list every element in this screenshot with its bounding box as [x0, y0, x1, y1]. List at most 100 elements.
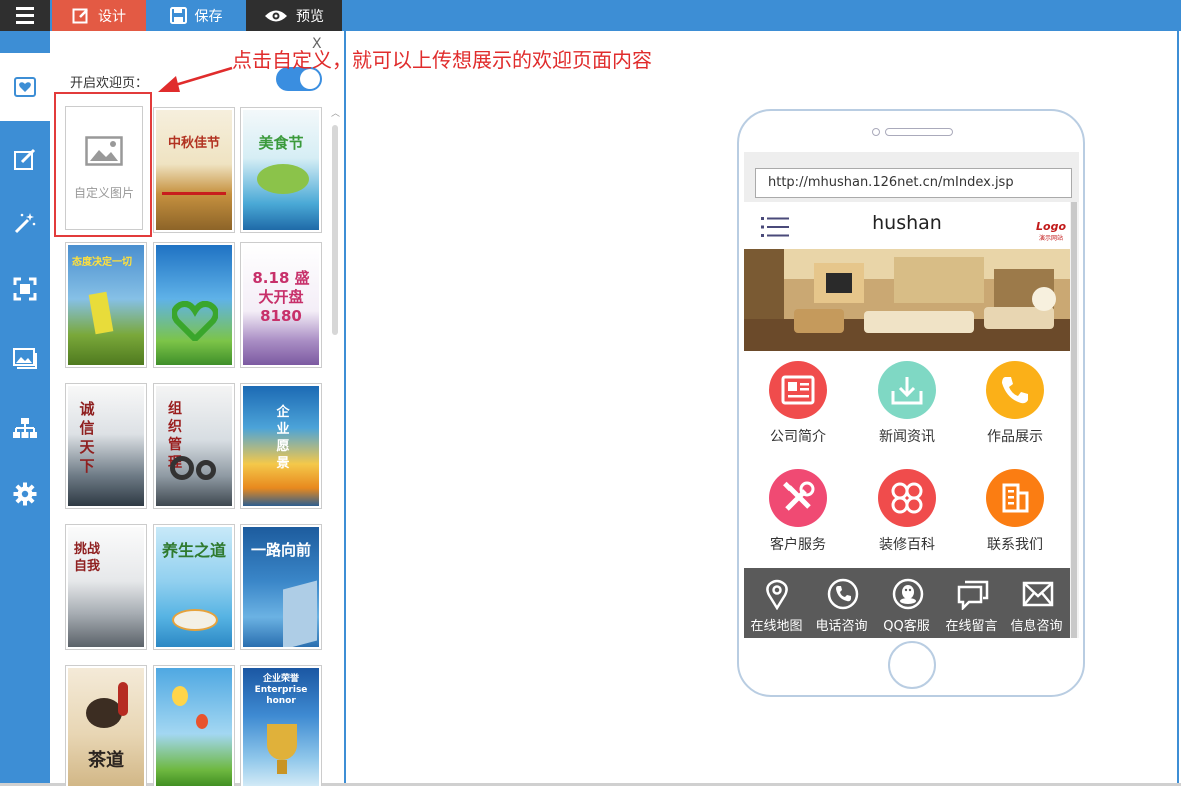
- welcome-template-thumbnail[interactable]: 一路向前: [240, 524, 322, 650]
- panel-scrollbar[interactable]: ︿: [331, 109, 340, 783]
- welcome-template-thumbnail[interactable]: 态度决定一切: [65, 242, 147, 368]
- logo-subtext: 演示网站: [1038, 235, 1063, 242]
- phone-icon: [986, 361, 1044, 419]
- footer-item-label: 电话咨询: [815, 619, 868, 634]
- phone-scrollbar[interactable]: [1070, 202, 1079, 638]
- thumbnail-text: 挑战自我: [74, 542, 101, 574]
- welcome-page-label: 开启欢迎页：: [70, 76, 149, 91]
- mobile-footer-bar: 在线地图 电话咨询 QQ客服 在线留言 信息咨询: [744, 568, 1070, 638]
- preview-button[interactable]: 预览: [246, 0, 342, 31]
- thumbnail-text: 诚信天下: [79, 400, 95, 475]
- thumbnail-text: 养生之道: [161, 541, 226, 560]
- welcome-template-thumbnail[interactable]: 诚信天下: [65, 383, 147, 509]
- thumbnail-text: 企业愿景: [276, 405, 290, 471]
- grid-item-news[interactable]: 新闻资讯: [853, 351, 961, 459]
- welcome-template-thumbnail[interactable]: 企业荣誉 Enterprise honor: [240, 665, 322, 786]
- url-input[interactable]: http://mhushan.126net.cn/mIndex.jsp: [755, 168, 1072, 198]
- grid-item-contact[interactable]: 联系我们: [961, 459, 1069, 567]
- grid-item-label: 新闻资讯: [879, 429, 935, 445]
- site-title: hushan: [872, 212, 942, 234]
- phone-screen: http://mhushan.126net.cn/mIndex.jsp hush…: [744, 152, 1079, 638]
- edit-icon: [14, 148, 36, 170]
- newspaper-icon: [769, 361, 827, 419]
- grid-item-decor-wiki[interactable]: 装修百科: [853, 459, 961, 567]
- scroll-up-icon[interactable]: ︿: [331, 109, 340, 119]
- thumbnail-text: 中秋佳节: [167, 136, 220, 151]
- image-placeholder-icon: [85, 135, 123, 166]
- grid-item-works[interactable]: 作品展示: [961, 351, 1069, 459]
- footer-item-phone[interactable]: 电话咨询: [809, 568, 874, 638]
- phone-preview: http://mhushan.126net.cn/mIndex.jsp hush…: [737, 109, 1085, 697]
- welcome-template-thumbnail[interactable]: [153, 242, 235, 368]
- grid-item-company[interactable]: 公司简介: [744, 351, 852, 459]
- design-label: 设计: [98, 8, 126, 25]
- heart-icon: [14, 77, 36, 97]
- welcome-template-thumbnail[interactable]: 8.18 盛大开盘 8180: [240, 242, 322, 368]
- thumbnail-text: 8.18 盛大开盘 8180: [252, 269, 310, 325]
- grid-item-label: 装修百科: [879, 537, 935, 553]
- footer-item-label: 在线留言: [945, 619, 998, 634]
- annotation-text: 点击自定义，就可以上传想展示的欢迎页面内容: [232, 48, 652, 72]
- mobile-header: hushan Logo 演示网站: [744, 202, 1070, 249]
- grid-item-label: 客户服务: [770, 537, 826, 553]
- tools-icon: [769, 469, 827, 527]
- building-icon: [986, 469, 1044, 527]
- save-button[interactable]: 保存: [148, 0, 244, 31]
- footer-item-label: QQ客服: [883, 619, 930, 634]
- custom-image-button[interactable]: 自定义图片: [65, 106, 143, 230]
- grid-item-label: 联系我们: [987, 537, 1043, 553]
- sidebar-item-images[interactable]: [0, 325, 50, 393]
- welcome-template-thumbnail[interactable]: 茶道: [65, 665, 147, 786]
- preview-label: 预览: [296, 8, 324, 25]
- sidebar-item-settings[interactable]: [0, 460, 50, 528]
- welcome-template-thumbnail[interactable]: 美食节: [240, 107, 322, 233]
- eye-icon: [265, 10, 287, 21]
- phone-home-button: [888, 641, 936, 689]
- sidebar-item-effects[interactable]: [0, 189, 50, 257]
- gear-icon: [13, 482, 37, 506]
- sidebar-item-welcome[interactable]: [0, 53, 50, 121]
- phone-speaker: [885, 128, 953, 136]
- phone-scroll-thumb[interactable]: [1071, 202, 1077, 638]
- fullscreen-icon: [13, 277, 37, 301]
- clover-icon: [878, 469, 936, 527]
- url-bar-area: http://mhushan.126net.cn/mIndex.jsp: [744, 152, 1079, 202]
- grid-item-service[interactable]: 客户服务: [744, 459, 852, 567]
- footer-item-qq[interactable]: QQ客服: [874, 568, 939, 638]
- welcome-template-thumbnail[interactable]: [153, 665, 235, 786]
- editor-app: 设计 保存 预览 X 开启欢迎页： 自定义图片 中秋佳节 美食节 态度决定一切 …: [0, 0, 1181, 786]
- qq-icon: [892, 578, 924, 610]
- welcome-template-thumbnail[interactable]: 企业愿景: [240, 383, 322, 509]
- thumbnail-text: 企业荣誉 Enterprise honor: [254, 674, 308, 706]
- magic-wand-icon: [14, 213, 36, 234]
- hamburger-menu-icon[interactable]: [0, 0, 50, 31]
- grid-item-label: 作品展示: [987, 429, 1043, 445]
- design-button[interactable]: 设计: [52, 0, 146, 31]
- message-icon: [957, 580, 989, 610]
- phone-camera: [872, 128, 880, 136]
- welcome-page-panel: X 开启欢迎页： 自定义图片 中秋佳节 美食节 态度决定一切 8.18 盛大开盘…: [50, 31, 344, 786]
- footer-item-map[interactable]: 在线地图: [744, 568, 809, 638]
- site-logo[interactable]: Logo 演示网站: [1036, 220, 1066, 242]
- sidebar-item-layout[interactable]: [0, 255, 50, 323]
- banner-image[interactable]: [744, 249, 1070, 351]
- thumbnail-text: 一路向前: [251, 541, 312, 559]
- map-pin-icon: [766, 579, 788, 610]
- welcome-template-thumbnail[interactable]: 养生之道: [153, 524, 235, 650]
- mail-icon: [1022, 581, 1054, 607]
- custom-image-label: 自定义图片: [73, 185, 134, 200]
- image-icon: [13, 348, 37, 369]
- annotation-arrow-icon: [158, 66, 233, 92]
- thumbnail-text: 茶道: [88, 750, 124, 771]
- footer-item-message[interactable]: 在线留言: [939, 568, 1004, 638]
- save-label: 保存: [194, 8, 223, 25]
- welcome-template-thumbnail[interactable]: 组织管理: [153, 383, 235, 509]
- floppy-disk-icon: [169, 7, 187, 24]
- welcome-template-thumbnail[interactable]: 中秋佳节: [153, 107, 235, 233]
- footer-item-mail[interactable]: 信息咨询: [1004, 568, 1069, 638]
- welcome-template-thumbnail[interactable]: 挑战自我: [65, 524, 147, 650]
- sidebar-item-edit[interactable]: [0, 126, 50, 194]
- scroll-thumb[interactable]: [332, 125, 338, 335]
- sidebar-item-sitemap[interactable]: [0, 395, 50, 463]
- sitemap-icon: [13, 418, 37, 438]
